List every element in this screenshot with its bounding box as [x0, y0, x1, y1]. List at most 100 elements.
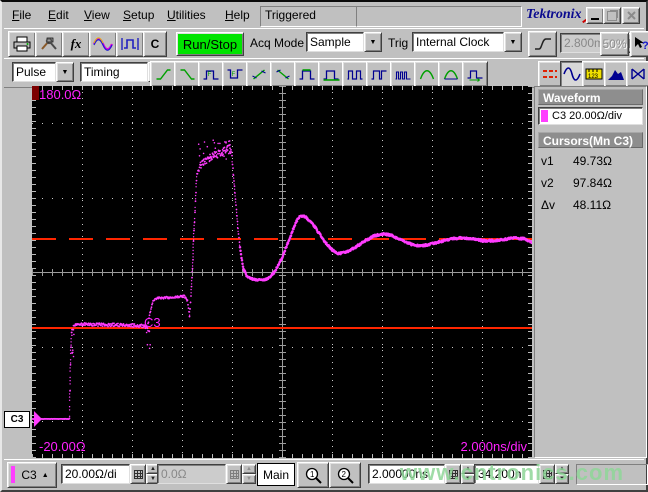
waveform-database-button[interactable] [89, 31, 117, 57]
statusbar-spacer [576, 464, 648, 485]
measure-fall-time-button[interactable] [174, 61, 200, 87]
measure-burst-width-button[interactable] [390, 61, 416, 87]
magnify-2-button[interactable]: 2 [329, 462, 361, 488]
position-group: 34.200n ▲ ▼ [474, 464, 569, 484]
measure-rise-time-button[interactable] [150, 61, 176, 87]
spin-up-icon[interactable]: ▲ [555, 464, 569, 474]
channel-select-button[interactable]: C3 ▲ [7, 462, 57, 488]
position-spinner[interactable]: ▲ ▼ [555, 464, 569, 484]
negative-slew-icon [276, 68, 290, 80]
keypad-icon[interactable] [539, 464, 555, 484]
spin-down-icon[interactable]: ▼ [242, 474, 256, 484]
timebase-mode-button[interactable]: Main [257, 463, 295, 486]
trace-color-swatch [541, 110, 548, 122]
timebase-spinner[interactable]: ▲ ▼ [461, 464, 475, 484]
low-icon [323, 69, 340, 81]
application-window: File Edit View Setup Utilities Help Trig… [0, 0, 648, 492]
menu-utilities[interactable]: Utilities [167, 8, 206, 22]
measure-duty-cycle-button[interactable] [366, 61, 392, 87]
channel-marker[interactable]: C3 [4, 411, 43, 429]
restore-button[interactable] [603, 7, 621, 24]
dropdown-arrow-icon[interactable]: ▼ [364, 32, 382, 52]
setup-dialogs-button[interactable] [35, 31, 63, 57]
measure-positive-slew-button[interactable] [246, 61, 272, 87]
vertical-bottom-label: -20.00Ω [39, 439, 86, 454]
trigger-source-select[interactable]: Internal Clock ▼ [412, 32, 522, 52]
duty-cycle-icon [371, 69, 387, 80]
waveform-trace [32, 139, 532, 420]
ruler-icon: 123 [585, 68, 603, 80]
expand-up-icon: ▲ [41, 471, 49, 479]
keypad-icon[interactable] [130, 464, 146, 484]
keypad-icon[interactable] [445, 464, 461, 484]
help-pointer-icon: ? [634, 37, 648, 52]
minimize-icon [591, 11, 599, 20]
measure-high-button[interactable] [294, 61, 320, 87]
spin-up-icon[interactable]: ▲ [242, 464, 256, 474]
svg-text:F: F [232, 72, 236, 78]
measure-negative-overshoot-button[interactable] [438, 61, 464, 87]
pulse-symbol-button[interactable] [116, 31, 144, 57]
measure-negative-slew-button[interactable] [270, 61, 296, 87]
rise-time-icon [156, 68, 171, 80]
menu-help[interactable]: Help [225, 8, 250, 22]
main-toolbar: fx C Run/Stop Acq Mode Sample ▼ Trig Int… [4, 28, 648, 59]
vertical-offset-spinner[interactable]: ▲ ▼ [242, 464, 256, 484]
measure-delay-button[interactable] [462, 61, 488, 87]
spin-down-icon[interactable]: ▼ [461, 474, 475, 484]
print-button[interactable] [8, 31, 36, 57]
rising-slope-icon [534, 38, 551, 50]
cursors-button[interactable] [538, 61, 562, 87]
menu-file[interactable]: File [12, 8, 31, 22]
svg-text:1: 1 [310, 470, 315, 479]
set-50-percent-button[interactable]: 50% [600, 32, 629, 56]
delay-icon [467, 69, 483, 82]
status-spacer [356, 6, 522, 27]
trigger-slope-button[interactable] [528, 31, 557, 57]
math-button[interactable]: fx [62, 31, 90, 57]
measure-positive-overshoot-button[interactable] [414, 61, 440, 87]
measure-low-button[interactable] [318, 61, 344, 87]
spin-up-icon[interactable]: ▲ [461, 464, 475, 474]
vertical-scale-group: 20.00Ω/di ▲ ▼ [61, 464, 160, 484]
sine-wave-icon [563, 67, 581, 81]
minimize-button[interactable] [586, 7, 604, 24]
fall-time-icon [180, 68, 195, 80]
magnify-1-button[interactable]: 1 [297, 462, 329, 488]
negative-width-icon: F [227, 68, 243, 79]
position-input[interactable]: 34.200n [474, 464, 539, 484]
acq-mode-select[interactable]: Sample ▼ [306, 32, 382, 52]
c-button[interactable]: C [143, 31, 167, 57]
context-help-button[interactable]: ? [630, 31, 648, 57]
run-stop-button[interactable]: Run/Stop [176, 32, 244, 56]
waveform-view-button[interactable] [560, 61, 584, 87]
svg-text:?: ? [642, 40, 648, 52]
readout-dv-value: 48.11Ω [573, 198, 612, 212]
signal-type-select[interactable]: Pulse ▼ [12, 62, 74, 82]
vertical-scale-input[interactable]: 20.00Ω/di [61, 464, 130, 484]
trig-label: Trig [388, 36, 409, 50]
waveform-display: 180.0Ω -20.00Ω 2.000ns/div C3 [32, 86, 532, 458]
trace-list-entry[interactable]: C3 20.00Ω/div [538, 107, 643, 125]
acq-mode-label: Acq Mode [250, 36, 305, 50]
vertical-offset-input[interactable]: 0.0Ω [157, 464, 226, 484]
menu-view[interactable]: View [84, 8, 110, 22]
period-icon [347, 69, 363, 80]
measure-period-button[interactable] [342, 61, 368, 87]
menu-edit[interactable]: Edit [48, 8, 69, 22]
measurement-readout-button[interactable]: 123 [582, 61, 606, 87]
color-wave-icon [93, 37, 113, 51]
timebase-input[interactable]: 2.00000ns [368, 464, 445, 484]
spin-down-icon[interactable]: ▼ [555, 474, 569, 484]
menu-setup[interactable]: Setup [123, 8, 154, 22]
measure-positive-width-button[interactable]: F [198, 61, 224, 87]
readout-v2-label: v2 [541, 176, 554, 190]
readout-panel: Waveform C3 20.00Ω/div Cursors(Mn C3) v1… [534, 86, 647, 458]
keypad-icon[interactable] [226, 464, 242, 484]
dropdown-arrow-icon[interactable]: ▼ [504, 32, 522, 52]
eye-diagram-button[interactable] [626, 61, 648, 87]
measure-negative-width-button[interactable]: F [222, 61, 248, 87]
histogram-button[interactable] [604, 61, 628, 87]
close-button[interactable] [622, 7, 640, 24]
dropdown-arrow-icon[interactable]: ▼ [56, 62, 74, 82]
